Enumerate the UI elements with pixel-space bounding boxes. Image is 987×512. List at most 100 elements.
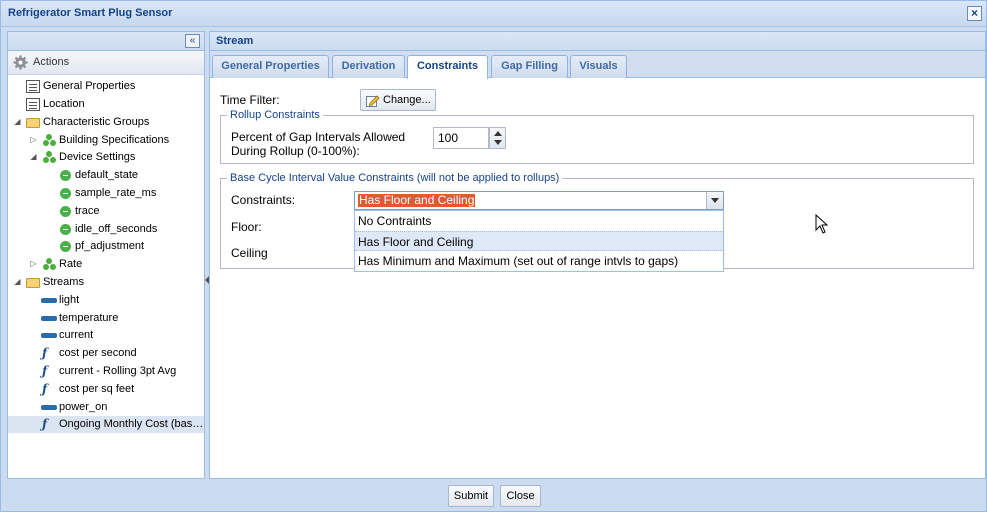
change-button[interactable]: Change... — [360, 89, 436, 111]
chevron-down-icon[interactable] — [706, 192, 723, 209]
time-filter-label: Time Filter: — [220, 93, 280, 107]
tree-item-power-on[interactable]: power_on — [8, 399, 204, 416]
tree-item-building-specifications[interactable]: ▷ Building Specifications — [8, 132, 204, 149]
stream-panel-header: Stream — [210, 32, 985, 51]
tree-item-light[interactable]: light — [8, 292, 204, 309]
dropdown-option-min-max[interactable]: Has Minimum and Maximum (set out of rang… — [355, 251, 723, 271]
tree-item-device-settings[interactable]: ◢ Device Settings — [8, 149, 204, 166]
mouse-cursor-icon — [815, 214, 829, 234]
dialog-footer: Submit Close — [1, 481, 986, 511]
gap-intervals-label: Percent of Gap Intervals Allowed — [231, 130, 406, 144]
tree-item-ongoing-monthly-cost[interactable]: ƒ Ongoing Monthly Cost (bas… — [8, 416, 204, 433]
gap-percent-input[interactable]: 100 — [433, 127, 489, 149]
tree-item-label: cost per sq feet — [59, 383, 135, 395]
tab-constraints[interactable]: Constraints — [407, 55, 488, 79]
tree-item-label: default_state — [75, 169, 138, 181]
tree-item-label: Characteristic Groups — [43, 116, 150, 128]
spin-up-icon[interactable] — [494, 131, 502, 136]
collapse-left-icon[interactable]: « — [185, 34, 200, 48]
stream-icon — [41, 298, 57, 303]
tree-item-label: idle_off_seconds — [75, 223, 158, 235]
expanded-arrow-icon[interactable]: ◢ — [29, 152, 38, 162]
close-icon[interactable]: × — [967, 6, 982, 21]
tree-item-sample-rate-ms[interactable]: sample_rate_ms — [8, 185, 204, 202]
setting-icon — [60, 241, 71, 252]
tree-item-cost-per-sq-feet[interactable]: ƒ cost per sq feet — [8, 381, 204, 398]
floor-label: Floor: — [231, 220, 262, 234]
window-title: Refrigerator Smart Plug Sensor — [8, 7, 173, 19]
page-icon — [26, 80, 40, 93]
base-cycle-constraints-legend: Base Cycle Interval Value Constraints (w… — [230, 172, 560, 184]
tree-item-label: Location — [43, 98, 85, 110]
tree-item-label: light — [59, 294, 80, 306]
setting-icon — [60, 206, 71, 217]
tree-item-label: pf_adjustment — [75, 240, 145, 252]
tree-item-trace[interactable]: trace — [8, 203, 204, 220]
change-button-label: Change... — [383, 94, 431, 106]
tree-item-temperature[interactable]: temperature — [8, 310, 204, 327]
page-icon — [26, 98, 40, 111]
collapsed-arrow-icon[interactable]: ▷ — [29, 259, 38, 269]
gap-percent-spinner[interactable] — [489, 127, 506, 149]
tab-bar: General Properties Derivation Constraint… — [210, 51, 985, 79]
expanded-arrow-icon[interactable]: ◢ — [13, 277, 22, 287]
stream-panel-title: Stream — [216, 35, 254, 47]
actions-bar[interactable]: Actions — [8, 51, 204, 75]
stream-icon — [41, 333, 57, 338]
tree-item-default-state[interactable]: default_state — [8, 167, 204, 184]
left-panel: « Actions General Properties Location ◢ … — [7, 31, 205, 479]
constraints-label: Constraints: — [231, 193, 296, 207]
tree-item-label: Rate — [59, 258, 83, 270]
function-icon: ƒ — [42, 364, 48, 378]
folder-icon — [26, 278, 40, 288]
stream-icon — [41, 316, 57, 321]
ceiling-label: Ceiling — [231, 246, 268, 260]
stream-icon — [41, 405, 57, 410]
expanded-arrow-icon[interactable]: ◢ — [13, 117, 22, 127]
tab-derivation[interactable]: Derivation — [332, 55, 405, 78]
submit-button[interactable]: Submit — [448, 485, 494, 507]
actions-label: Actions — [33, 56, 70, 68]
collapsed-arrow-icon[interactable]: ▷ — [29, 135, 38, 145]
dropdown-option-no-constraints[interactable]: No Contraints — [355, 211, 723, 231]
tree-item-pf-adjustment[interactable]: pf_adjustment — [8, 238, 204, 255]
group-icon — [42, 151, 56, 164]
edit-icon — [366, 95, 380, 107]
tree-item-characteristic-groups[interactable]: ◢ Characteristic Groups — [8, 114, 204, 131]
setting-icon — [60, 170, 71, 181]
tree-item-current[interactable]: current — [8, 327, 204, 344]
tree-item-label: current — [59, 329, 94, 341]
tree-item-streams[interactable]: ◢ Streams — [8, 274, 204, 291]
tab-general-properties[interactable]: General Properties — [212, 55, 329, 78]
gear-icon — [13, 55, 28, 70]
setting-icon — [60, 224, 71, 235]
tree-item-label: temperature — [59, 312, 119, 324]
constraints-select[interactable]: Has Floor and Ceiling — [354, 191, 724, 210]
rollup-constraints-legend: Rollup Constraints — [230, 109, 320, 121]
setting-icon — [60, 188, 71, 199]
spin-down-icon[interactable] — [494, 140, 502, 145]
tree-item-rate[interactable]: ▷ Rate — [8, 256, 204, 273]
left-panel-header: « — [8, 32, 204, 51]
tree-item-label: Streams — [43, 276, 84, 288]
group-icon — [42, 258, 56, 271]
tree-item-idle-off-seconds[interactable]: idle_off_seconds — [8, 221, 204, 238]
dropdown-option-floor-ceiling[interactable]: Has Floor and Ceiling — [355, 231, 723, 251]
dialog-window: Refrigerator Smart Plug Sensor × « Actio… — [0, 0, 987, 512]
tab-gap-filling[interactable]: Gap Filling — [491, 55, 568, 78]
tab-visuals[interactable]: Visuals — [570, 55, 627, 78]
constraints-select-value[interactable]: Has Floor and Ceiling — [358, 194, 476, 207]
constraints-dropdown-list: No Contraints Has Floor and Ceiling Has … — [354, 210, 724, 272]
close-button[interactable]: Close — [500, 485, 541, 507]
tree-item-label: General Properties — [43, 80, 136, 92]
gap-intervals-label-line2: During Rollup (0-100%): — [231, 144, 360, 158]
tree-item-label: cost per second — [59, 347, 137, 359]
title-bar[interactable]: Refrigerator Smart Plug Sensor × — [1, 1, 986, 27]
function-icon: ƒ — [42, 417, 48, 431]
tree-item-current-rolling-avg[interactable]: ƒ current - Rolling 3pt Avg — [8, 363, 204, 380]
tree-item-cost-per-second[interactable]: ƒ cost per second — [8, 345, 204, 362]
tree-item-label: trace — [75, 205, 100, 217]
tree-item-location[interactable]: Location — [8, 96, 204, 113]
tree-item-general-properties[interactable]: General Properties — [8, 78, 204, 95]
group-icon — [42, 134, 56, 147]
